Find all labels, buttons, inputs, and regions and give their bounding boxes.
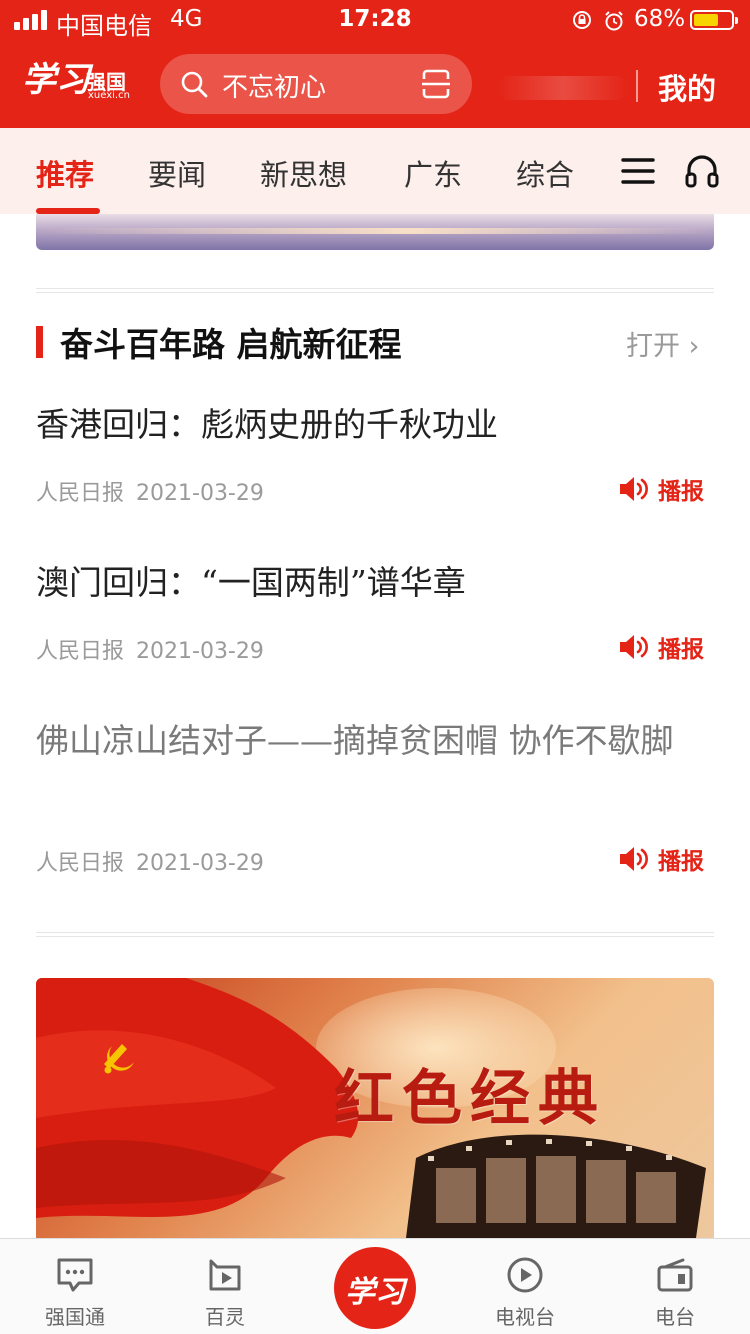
mine-button[interactable]: 我的 [658,66,716,108]
battery-percent: 68% [634,6,686,32]
article-meta: 人民日报 2021-03-29 [36,475,264,507]
section-divider [36,288,714,293]
scan-icon[interactable] [420,68,452,100]
app-header: 中国电信 4G 17:28 68% 学习 强国 xuexi.cn 不忘初心 我的 [0,0,750,128]
battery-icon [690,10,738,30]
article-source: 人民日报 [36,481,125,506]
tab-new-thought[interactable]: 新思想 [260,152,347,194]
nav-label: 强国通 [45,1305,105,1329]
party-flag-image [36,978,359,1218]
section-accent-bar [36,326,43,358]
radio-icon [657,1258,693,1292]
section-divider [36,932,714,937]
channel-tabbar: 推荐 要闻 新思想 广东 综合 [0,128,750,214]
film-strip-image [406,1134,706,1238]
article-source: 人民日报 [36,639,125,664]
chat-bubble-icon [57,1258,93,1292]
top-banner-image[interactable] [36,214,714,250]
speaker-icon [620,635,648,659]
tab-guangdong[interactable]: 广东 [404,152,462,194]
logo-url: xuexi.cn [88,90,130,101]
nav-tv[interactable]: 电视台 [460,1239,590,1334]
nav-radio[interactable]: 电台 [610,1239,740,1334]
alarm-icon [605,11,623,31]
play-circle-icon [507,1257,543,1293]
promo-banner[interactable]: 红色经典 [36,978,714,1238]
nav-label: 百灵 [205,1305,245,1329]
article-source: 人民日报 [36,851,125,876]
article-title[interactable]: 香港回归：彪炳史册的千秋功业 [36,398,716,452]
section-title: 奋斗百年路 启航新征程 [60,325,402,364]
speaker-icon [620,847,648,871]
menu-icon[interactable] [620,156,656,186]
search-input[interactable]: 不忘初心 [160,54,472,114]
search-placeholder: 不忘初心 [222,73,327,103]
nav-label: 电台 [655,1305,695,1329]
bottom-nav: 强国通 百灵 学习 电视台 电台 [0,1238,750,1334]
header-placeholder [498,76,628,100]
video-play-icon [209,1259,241,1291]
open-section-link[interactable]: 打开 › [626,324,699,363]
nav-label: 电视台 [495,1305,555,1329]
article-date: 2021-03-29 [136,639,264,664]
search-icon [181,71,208,98]
status-bar: 中国电信 4G 17:28 68% [0,0,750,42]
tab-general[interactable]: 综合 [516,152,574,194]
tab-headlines[interactable]: 要闻 [148,152,206,194]
nav-qiangguotong[interactable]: 强国通 [10,1239,140,1334]
article-meta: 人民日报 2021-03-29 [36,845,264,877]
article-title[interactable]: 佛山凉山结对子——摘掉贫困帽 协作不歇脚 [36,714,716,768]
broadcast-label: 播报 [658,637,704,663]
article-date: 2021-03-29 [136,851,264,876]
article-meta: 人民日报 2021-03-29 [36,633,264,665]
header-divider [636,70,638,102]
broadcast-label: 播报 [658,479,704,505]
speaker-icon [620,477,648,501]
nav-bailing[interactable]: 百灵 [160,1239,290,1334]
broadcast-label: 播报 [658,849,704,875]
tab-recommend[interactable]: 推荐 [36,152,94,194]
logo-script: 学习 [22,60,90,100]
rotation-lock-icon [573,11,591,29]
promo-title: 红色经典 [334,1064,606,1134]
headphones-icon[interactable] [684,152,720,190]
article-title[interactable]: 澳门回归：“一国两制”谱华章 [36,556,716,610]
app-logo[interactable]: 学习 强国 xuexi.cn [22,52,137,108]
nav-center-label: 学习 [345,1275,405,1310]
nav-xuexi[interactable]: 学习 [334,1247,416,1329]
article-date: 2021-03-29 [136,481,264,506]
open-label: 打开 [626,331,680,362]
chevron-right-icon: › [688,331,700,362]
